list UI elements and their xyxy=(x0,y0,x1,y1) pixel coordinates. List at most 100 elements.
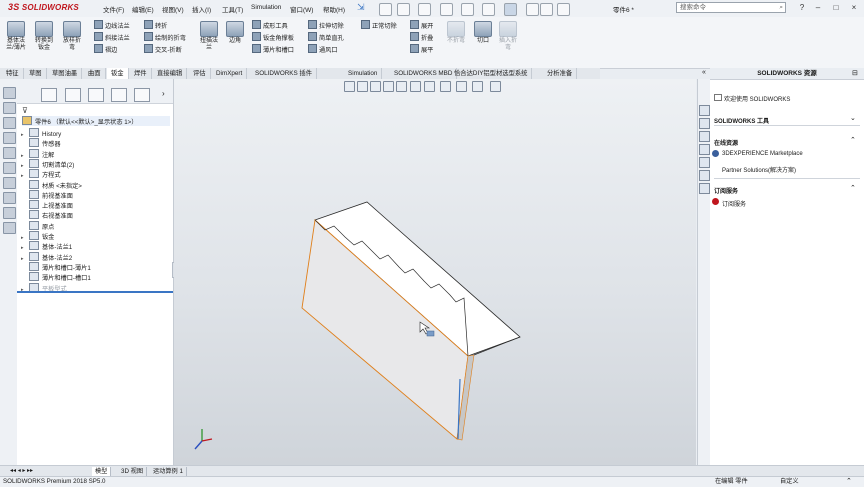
tree-item[interactable]: ▸ 基体-法兰2 xyxy=(21,251,72,262)
no-bends-button[interactable]: 不折弯 xyxy=(444,19,468,45)
pin-pane-icon[interactable]: ⊟ xyxy=(852,69,858,77)
tab-5[interactable]: 焊件 xyxy=(130,68,152,79)
insert-bends-button[interactable]: 插入折 弯 xyxy=(496,19,520,52)
tree-root-part[interactable]: 零件6 （默认<<默认>_显示状态 1>） xyxy=(22,116,170,126)
filter-icon[interactable]: ⊽ xyxy=(22,106,28,115)
search-commands-input[interactable]: 搜索命令 ⌕ xyxy=(676,2,786,13)
panel-expand-icon[interactable]: › xyxy=(162,89,165,98)
new-document-icon[interactable] xyxy=(397,3,410,16)
tree-item[interactable]: ▸ 切割清单(2) xyxy=(21,158,74,169)
property-manager-tab-icon[interactable] xyxy=(65,88,81,102)
appearance-icon[interactable] xyxy=(3,162,16,174)
tree-item[interactable]: 原点 xyxy=(21,220,54,231)
rip-button[interactable]: 切口 xyxy=(471,19,495,45)
tree-item[interactable]: 上视基准面 xyxy=(21,200,73,210)
tree-item[interactable]: ▸ History xyxy=(21,128,61,138)
menu-help[interactable]: 帮助(H) xyxy=(323,4,345,14)
simple-hole-button[interactable]: 简单直孔 xyxy=(308,32,344,42)
feature-tree-tab-icon[interactable] xyxy=(41,88,57,102)
appearances-tab-icon[interactable] xyxy=(699,157,710,168)
resources-tab-icon[interactable] xyxy=(699,105,710,116)
solidworks-logo[interactable]: 3S SOLIDWORKS xyxy=(8,2,79,12)
tab-7[interactable]: 评估 xyxy=(189,68,211,79)
unfold-button[interactable]: 展开 xyxy=(410,20,433,30)
tree-item[interactable]: 薄片和槽口-薄片1 xyxy=(21,261,91,272)
cross-break-button[interactable]: 交叉-折断 xyxy=(144,44,186,54)
tree-item[interactable]: ▸ 注解 xyxy=(21,148,54,159)
extruded-cut-button[interactable]: 拉伸切除 xyxy=(308,20,344,30)
fold-button[interactable]: 折叠 xyxy=(410,32,433,42)
home-icon[interactable] xyxy=(379,3,392,16)
tab-10[interactable]: Simulation xyxy=(344,68,383,79)
tab-0[interactable]: 特征 xyxy=(2,68,24,79)
partner-solutions-link[interactable]: Partner Solutions(解决方案) xyxy=(722,165,796,174)
marketplace-link[interactable]: 3DEXPERIENCE Marketplace xyxy=(722,151,803,157)
tree-item[interactable]: ▸ 方程式 xyxy=(21,169,61,179)
tab-8[interactable]: DimXpert xyxy=(212,68,248,79)
tree-item[interactable]: ▸ 基体-法兰1 xyxy=(21,241,72,251)
tab-model[interactable]: 模型 xyxy=(92,467,112,476)
menu-simulation[interactable]: Simulation xyxy=(251,4,281,11)
print-icon[interactable] xyxy=(461,3,474,16)
tab-motion-study[interactable]: 运动算例 1 xyxy=(150,467,187,476)
scene-icon[interactable] xyxy=(3,177,16,189)
tab-6[interactable]: 直接编辑 xyxy=(153,68,188,79)
menu-insert[interactable]: 插入(I) xyxy=(192,4,211,14)
forming-tool-button[interactable]: 成形工具 xyxy=(252,20,294,30)
tab-9[interactable]: SOLIDWORKS 插件 xyxy=(251,68,318,79)
sketched-bend-button[interactable]: 绘制的折弯 xyxy=(144,32,186,42)
tab-and-slot-button[interactable]: 薄片和槽口 xyxy=(252,44,294,54)
menu-window[interactable]: 窗口(W) xyxy=(290,4,313,14)
solidworks-tools-header[interactable]: SOLIDWORKS 工具 xyxy=(714,116,769,125)
online-resources-header[interactable]: 在线资源 xyxy=(714,138,738,147)
tab-13[interactable]: 分析准备 xyxy=(543,68,578,79)
pin-icon[interactable]: ⇲ xyxy=(357,2,365,13)
maximize-button[interactable]: □ xyxy=(830,2,842,14)
menu-file[interactable]: 文件(F) xyxy=(103,4,124,14)
normal-cut-button[interactable]: 正常切除 xyxy=(361,20,397,30)
display-manager-tab-icon[interactable] xyxy=(134,88,150,102)
scroll-left-icon[interactable]: ◂◂ ◂ ▸ ▸▸ xyxy=(10,467,33,474)
tab-11[interactable]: SOLIDWORKS MBD xyxy=(390,68,458,79)
hide-show-icon[interactable] xyxy=(3,147,16,159)
custom-properties-tab-icon[interactable] xyxy=(699,170,710,181)
zoom-icon[interactable] xyxy=(3,102,16,114)
rebuild-icon[interactable] xyxy=(526,3,539,16)
file-explorer-tab-icon[interactable] xyxy=(699,131,710,142)
options-icon[interactable] xyxy=(557,3,570,16)
tree-item[interactable]: 前视基准面 xyxy=(21,189,73,200)
convert-to-sheet-metal-button[interactable]: 转换到 钣金 xyxy=(32,19,56,52)
file-properties-icon[interactable] xyxy=(540,3,553,16)
dimxpert-tab-icon[interactable] xyxy=(111,88,127,102)
tab-2[interactable]: 草图油墨 xyxy=(48,68,83,79)
collapse-pane-icon[interactable]: « xyxy=(702,69,706,76)
help-icon[interactable]: ? xyxy=(796,2,808,14)
rollback-bar[interactable] xyxy=(17,291,173,293)
tab-3d-view[interactable]: 3D 视图 xyxy=(118,467,148,476)
tab-3[interactable]: 曲面 xyxy=(84,68,106,79)
swept-flange-button[interactable]: 扭描法 兰 xyxy=(197,19,221,52)
hem-button[interactable]: 褶边 xyxy=(94,44,130,54)
collapse-online-icon[interactable]: ⌃ xyxy=(850,136,856,144)
corners-button[interactable]: 边角 xyxy=(223,19,247,45)
view-settings-icon[interactable] xyxy=(3,192,16,204)
tab-1[interactable]: 草图 xyxy=(25,68,47,79)
undo-icon[interactable] xyxy=(482,3,495,16)
display-style-icon[interactable] xyxy=(3,132,16,144)
sheet-metal-gusset-button[interactable]: 钣金角撑板 xyxy=(252,32,294,42)
design-library-tab-icon[interactable] xyxy=(699,118,710,129)
edge-flange-button[interactable]: 边线法兰 xyxy=(94,20,130,30)
solidworks-forum-tab-icon[interactable] xyxy=(699,183,710,194)
tree-item[interactable]: 材质 <未指定> xyxy=(21,179,82,190)
graphics-area[interactable] xyxy=(174,79,696,465)
tree-item[interactable]: 传感器 xyxy=(21,138,61,148)
save-icon[interactable] xyxy=(440,3,453,16)
view-orientation-icon[interactable] xyxy=(3,87,16,99)
subscription-link[interactable]: 订阅服务 xyxy=(722,199,746,208)
tab-12[interactable]: 恰合达DIY铝型材选型系统 xyxy=(450,68,533,79)
subscription-header[interactable]: 订阅服务 xyxy=(714,186,738,195)
section-view-icon[interactable] xyxy=(3,117,16,129)
tree-item[interactable]: 薄片和槽口-槽口1 xyxy=(21,272,91,282)
collapse-tools-icon[interactable]: ⌄ xyxy=(850,114,856,122)
menu-tools[interactable]: 工具(T) xyxy=(222,4,243,14)
